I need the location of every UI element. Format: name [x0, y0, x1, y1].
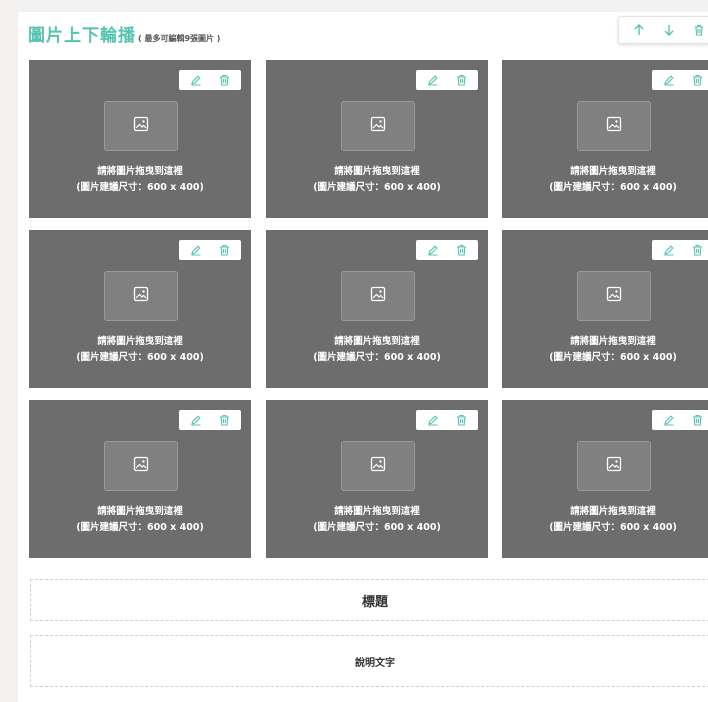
edit-icon[interactable]	[190, 244, 202, 256]
image-drop-card[interactable]: 請將圖片拖曳到這裡 (圖片建議尺寸：600 x 400)	[502, 60, 708, 218]
image-icon	[133, 116, 149, 136]
image-placeholder	[104, 271, 178, 321]
section-toolbar	[618, 16, 708, 44]
section-note: ( 最多可編輯9張圖片 )	[138, 34, 221, 43]
trash-icon[interactable]	[693, 23, 705, 37]
drop-hint: 請將圖片拖曳到這裡	[570, 506, 656, 517]
edit-icon[interactable]	[427, 414, 439, 426]
image-icon	[370, 456, 386, 476]
image-drop-card[interactable]: 請將圖片拖曳到這裡 (圖片建議尺寸：600 x 400)	[502, 400, 708, 558]
drop-hint: 請將圖片拖曳到這裡	[334, 336, 420, 347]
drop-hint: 請將圖片拖曳到這裡	[334, 506, 420, 517]
drop-hint: 請將圖片拖曳到這裡	[97, 166, 183, 177]
edit-icon[interactable]	[663, 244, 675, 256]
image-icon	[133, 456, 149, 476]
size-hint: (圖片建議尺寸：600 x 400)	[313, 352, 441, 363]
card-actions	[416, 240, 478, 260]
image-drop-card[interactable]: 請將圖片拖曳到這裡 (圖片建議尺寸：600 x 400)	[29, 400, 251, 558]
card-actions	[179, 240, 241, 260]
size-hint: (圖片建議尺寸：600 x 400)	[549, 182, 677, 193]
edit-icon[interactable]	[663, 414, 675, 426]
drop-hint: 請將圖片拖曳到這裡	[97, 336, 183, 347]
carousel-editor-panel: 圖片上下輪播 ( 最多可編輯9張圖片 ) 請將圖片拖曳到這裡 (圖片建議尺寸：6…	[18, 12, 708, 702]
section-header: 圖片上下輪播 ( 最多可編輯9張圖片 )	[28, 21, 221, 46]
size-hint: (圖片建議尺寸：600 x 400)	[313, 182, 441, 193]
section-title: 圖片上下輪播	[28, 26, 136, 46]
trash-icon[interactable]	[218, 244, 230, 256]
size-hint: (圖片建議尺寸：600 x 400)	[76, 522, 204, 533]
title-field[interactable]: 標題	[30, 579, 708, 621]
image-icon	[370, 286, 386, 306]
card-actions	[652, 410, 708, 430]
arrow-down-icon[interactable]	[663, 23, 675, 37]
image-placeholder	[577, 101, 651, 151]
trash-icon[interactable]	[218, 414, 230, 426]
size-hint: (圖片建議尺寸：600 x 400)	[313, 522, 441, 533]
card-actions	[179, 410, 241, 430]
image-drop-card[interactable]: 請將圖片拖曳到這裡 (圖片建議尺寸：600 x 400)	[29, 230, 251, 388]
edit-icon[interactable]	[427, 244, 439, 256]
image-icon	[606, 456, 622, 476]
trash-icon[interactable]	[455, 414, 467, 426]
image-drop-card[interactable]: 請將圖片拖曳到這裡 (圖片建議尺寸：600 x 400)	[29, 60, 251, 218]
card-actions	[179, 70, 241, 90]
card-actions	[416, 410, 478, 430]
drop-hint: 請將圖片拖曳到這裡	[97, 506, 183, 517]
trash-icon[interactable]	[218, 74, 230, 86]
image-placeholder	[341, 101, 415, 151]
card-actions	[416, 70, 478, 90]
image-icon	[370, 116, 386, 136]
drop-hint: 請將圖片拖曳到這裡	[570, 336, 656, 347]
image-drop-card[interactable]: 請將圖片拖曳到這裡 (圖片建議尺寸：600 x 400)	[266, 400, 488, 558]
trash-icon[interactable]	[455, 74, 467, 86]
card-actions	[652, 240, 708, 260]
arrow-up-icon[interactable]	[633, 23, 645, 37]
edit-icon[interactable]	[190, 414, 202, 426]
edit-icon[interactable]	[190, 74, 202, 86]
edit-icon[interactable]	[663, 74, 675, 86]
image-placeholder	[577, 271, 651, 321]
trash-icon[interactable]	[455, 244, 467, 256]
image-placeholder	[341, 441, 415, 491]
card-actions	[652, 70, 708, 90]
trash-icon[interactable]	[691, 74, 703, 86]
image-icon	[606, 116, 622, 136]
edit-icon[interactable]	[427, 74, 439, 86]
trash-icon[interactable]	[691, 244, 703, 256]
size-hint: (圖片建議尺寸：600 x 400)	[76, 352, 204, 363]
drop-hint: 請將圖片拖曳到這裡	[334, 166, 420, 177]
size-hint: (圖片建議尺寸：600 x 400)	[549, 522, 677, 533]
size-hint: (圖片建議尺寸：600 x 400)	[76, 182, 204, 193]
image-icon	[606, 286, 622, 306]
image-placeholder	[577, 441, 651, 491]
trash-icon[interactable]	[691, 414, 703, 426]
description-field[interactable]: 說明文字	[30, 635, 708, 687]
size-hint: (圖片建議尺寸：600 x 400)	[549, 352, 677, 363]
drop-hint: 請將圖片拖曳到這裡	[570, 166, 656, 177]
image-drop-card[interactable]: 請將圖片拖曳到這裡 (圖片建議尺寸：600 x 400)	[266, 230, 488, 388]
image-drop-card[interactable]: 請將圖片拖曳到這裡 (圖片建議尺寸：600 x 400)	[502, 230, 708, 388]
image-placeholder	[104, 441, 178, 491]
image-icon	[133, 286, 149, 306]
image-drop-card[interactable]: 請將圖片拖曳到這裡 (圖片建議尺寸：600 x 400)	[266, 60, 488, 218]
image-placeholder	[104, 101, 178, 151]
image-placeholder	[341, 271, 415, 321]
